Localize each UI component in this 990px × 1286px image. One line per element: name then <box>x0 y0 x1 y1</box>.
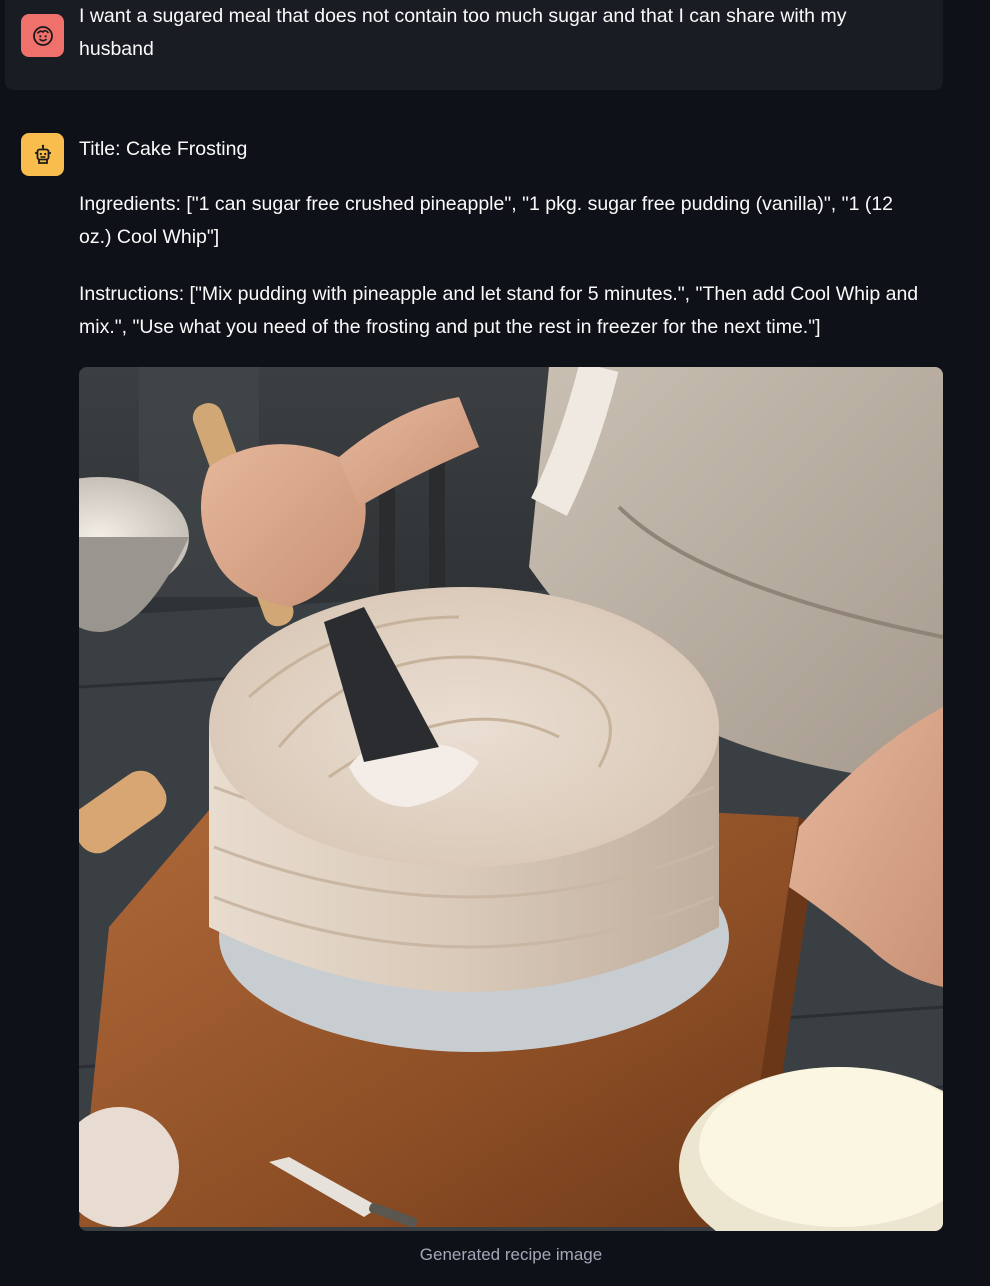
image-caption: Generated recipe image <box>419 1245 603 1264</box>
generated-recipe-image <box>79 367 943 1231</box>
cake-frosting-illustration <box>79 367 943 1231</box>
robot-face-icon <box>34 144 51 164</box>
user-avatar <box>21 14 64 57</box>
user-message-text: I want a sugared meal that does not cont… <box>79 5 847 60</box>
recipe-title: Title: Cake Frosting <box>79 138 248 160</box>
smiley-face-icon <box>32 25 53 46</box>
recipe-ingredients: Ingredients: ["1 can sugar free crushed … <box>79 193 894 248</box>
recipe-instructions: Instructions: ["Mix pudding with pineapp… <box>79 283 919 338</box>
assistant-avatar <box>21 133 64 176</box>
